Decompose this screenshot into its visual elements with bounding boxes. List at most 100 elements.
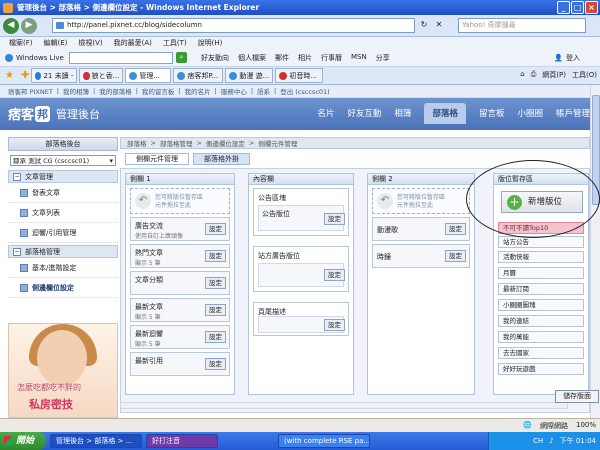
widget-module[interactable]: 最新迴響 顯示 5 筆 設定	[130, 325, 230, 349]
sidebar-section-blog[interactable]: − 部落格管理	[8, 245, 118, 258]
module-settings-button[interactable]: 設定	[205, 277, 226, 289]
content-box[interactable]: 站方廣告版位 設定	[253, 246, 349, 292]
sidebar-section-articles[interactable]: − 文章管理	[8, 170, 118, 183]
storage-item[interactable]: 我的萬能	[498, 331, 584, 343]
menu-favorites[interactable]: 我的最愛(A)	[114, 38, 152, 48]
zoom-level[interactable]: 100%	[576, 421, 596, 431]
stop-icon[interactable]: ✕	[433, 19, 445, 31]
home-icon[interactable]: ⌂	[520, 70, 524, 80]
print-icon[interactable]: ⎙	[531, 70, 537, 80]
vertical-scrollbar[interactable]	[590, 85, 600, 418]
module-settings-button[interactable]: 設定	[205, 304, 226, 316]
menu-file[interactable]: 檔案(F)	[9, 38, 33, 48]
browser-tab[interactable]: 21 未讀 -	[31, 68, 78, 83]
nav-group[interactable]: 小圈圈	[517, 107, 543, 124]
nav-friends[interactable]: 好友互動	[347, 107, 381, 124]
live-link[interactable]: 好友動向	[201, 53, 229, 63]
top-link[interactable]: 我的名片	[185, 86, 211, 96]
top-link[interactable]: 痞客邦 PIXNET	[8, 86, 53, 96]
widget-module[interactable]: 廣告交流 使用自訂上廣頭像 設定	[130, 217, 230, 241]
page-menu[interactable]: 網頁(P)	[542, 70, 566, 80]
content-box[interactable]: 公告區塊 公告版位 設定	[253, 188, 349, 236]
live-link[interactable]: 郵件	[275, 53, 289, 63]
widget-module[interactable]: 最新文章 顯示 5 筆 設定	[130, 298, 230, 322]
module-settings-button[interactable]: 設定	[445, 223, 466, 235]
storage-item[interactable]: 我的連結	[498, 315, 584, 327]
breadcrumb-item[interactable]: 側邊欄位設定	[206, 138, 245, 148]
add-favorites-icon[interactable]: ✚	[21, 70, 29, 81]
sidebar-ad[interactable]: 怎麼吃都吃不胖的 私房密技	[8, 323, 118, 418]
login-link[interactable]: 登入	[566, 53, 580, 63]
favorites-star-icon[interactable]: ★	[5, 70, 14, 81]
menu-tools[interactable]: 工具(T)	[163, 38, 187, 48]
module-settings-button[interactable]: 設定	[205, 358, 226, 370]
widget-module[interactable]: 最新引用 設定	[130, 352, 230, 376]
top-link[interactable]: 我的留言板	[142, 86, 175, 96]
menu-help[interactable]: 說明(H)	[198, 38, 223, 48]
close-button[interactable]: ×	[585, 1, 598, 14]
live-search-button[interactable]: ⌕	[176, 52, 187, 63]
search-input[interactable]: Yahoo! 奇摩搜尋	[458, 18, 586, 33]
browser-tab[interactable]: 狼と香...	[79, 68, 124, 83]
nav-card[interactable]: 名片	[317, 107, 334, 124]
sidebar-item-post[interactable]: 發表文章	[8, 183, 118, 203]
start-button[interactable]: 開始	[0, 432, 46, 450]
top-link[interactable]: 服務中心	[221, 86, 247, 96]
live-search-input[interactable]	[69, 51, 173, 64]
content-box[interactable]: 頁尾描述 設定	[253, 302, 349, 336]
browser-tab[interactable]: 初音時...	[275, 68, 324, 83]
nav-guestbook[interactable]: 留言板	[479, 107, 505, 124]
storage-item[interactable]: 小圈圈圖塊	[498, 299, 584, 311]
logout-link[interactable]: 登出 (csccsc01)	[280, 86, 329, 96]
widget-module[interactable]: 動漫歌 設定	[372, 217, 470, 241]
sidebar-item-comments[interactable]: 迴響/引用管理	[8, 223, 118, 243]
nav-account[interactable]: 帳戶管理	[556, 107, 590, 124]
minimize-button[interactable]: _	[557, 1, 570, 14]
taskbar-task[interactable]: 管理後台 > 部落格 > ...	[50, 434, 142, 448]
browser-tab[interactable]: 動漫 遊...	[225, 68, 274, 83]
drop-zone[interactable]: ↶ 您可將版位暫存區 元件拖拉至此	[130, 188, 230, 214]
module-settings-button[interactable]: 設定	[205, 331, 226, 343]
language-indicator[interactable]: CH	[533, 437, 543, 445]
storage-item[interactable]: 站方公告	[498, 236, 584, 248]
tab-plugins[interactable]: 部落格外掛	[193, 153, 250, 165]
top-link[interactable]: 我的相簿	[63, 86, 89, 96]
sidebar-item-sidecolumn[interactable]: 側邊欄位設定	[8, 278, 118, 298]
widget-module[interactable]: 時鐘 設定	[372, 244, 470, 268]
browser-tab[interactable]: 痞客邦P...	[173, 68, 224, 83]
blog-select[interactable]: 鄒承 測試 CG (csccsc01)	[10, 155, 116, 166]
drop-zone[interactable]: ↶ 您可將版位暫存區 元件拖拉至此	[372, 188, 470, 214]
box-settings-button[interactable]: 設定	[324, 213, 345, 225]
forward-button[interactable]: ▶	[21, 17, 37, 34]
widget-module[interactable]: 熱門文章 顯示 5 筆 設定	[130, 244, 230, 268]
sidebar-item-article-list[interactable]: 文章列表	[8, 203, 118, 223]
maximize-button[interactable]: □	[571, 1, 584, 14]
widget-module[interactable]: 文章分類 設定	[130, 271, 230, 295]
breadcrumb-item[interactable]: 部落格管理	[160, 138, 193, 148]
live-link[interactable]: 行事曆	[321, 53, 342, 63]
module-settings-button[interactable]: 設定	[445, 250, 466, 262]
storage-item[interactable]: 活動快報	[498, 251, 584, 263]
live-link[interactable]: 分享	[376, 53, 390, 63]
save-layout-button[interactable]: 儲存版面	[555, 390, 599, 403]
module-settings-button[interactable]: 設定	[205, 223, 226, 235]
box-settings-button[interactable]: 設定	[324, 319, 345, 331]
storage-item[interactable]: 最新訂閱	[498, 283, 584, 295]
module-settings-button[interactable]: 設定	[205, 250, 226, 262]
live-link[interactable]: 相片	[298, 53, 312, 63]
back-button[interactable]: ◀	[3, 17, 19, 34]
taskbar-task[interactable]: (with complete RSE pa...	[278, 434, 370, 448]
site-logo[interactable]: 痞客 邦 管理後台	[8, 104, 100, 123]
volume-icon[interactable]: ♪	[549, 437, 553, 445]
nav-album[interactable]: 相簿	[394, 107, 411, 124]
box-settings-button[interactable]: 設定	[324, 269, 345, 281]
live-link[interactable]: MSN	[351, 53, 367, 63]
storage-item[interactable]: 好好玩遊戲	[498, 363, 584, 375]
refresh-icon[interactable]: ↻	[418, 19, 430, 31]
storage-item[interactable]: 月曆	[498, 267, 584, 279]
storage-item[interactable]: 去去國家	[498, 347, 584, 359]
breadcrumb-item[interactable]: 部落格	[127, 138, 147, 148]
nav-blog[interactable]: 部落格	[424, 103, 466, 124]
top-link[interactable]: 語系	[257, 86, 270, 96]
url-field[interactable]: http://panel.pixnet.cc/blog/sidecolumn	[52, 18, 415, 33]
